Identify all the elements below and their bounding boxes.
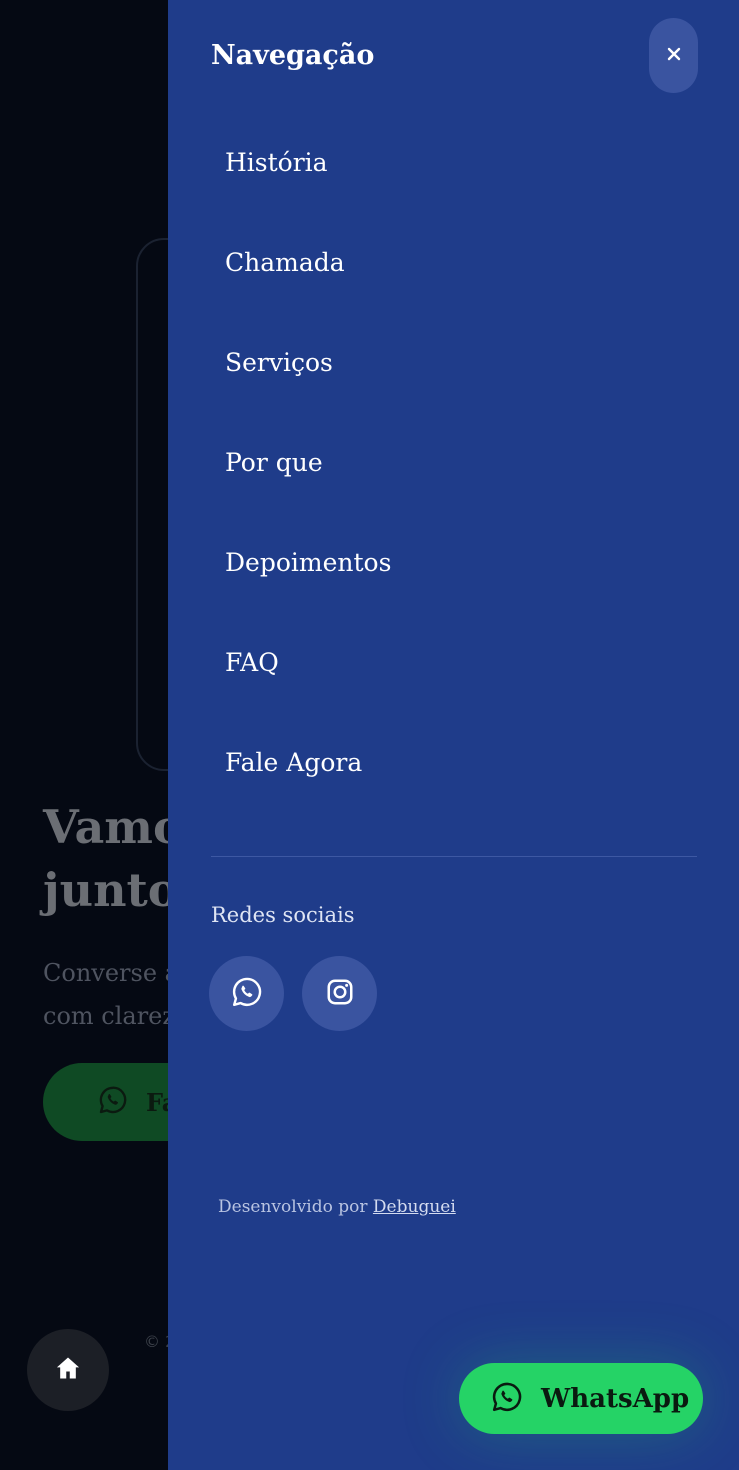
nav-item-fale-agora[interactable]: Fale Agora: [225, 712, 695, 812]
credit-prefix: Desenvolvido por: [218, 1197, 368, 1217]
floating-whatsapp-button[interactable]: WhatsApp: [459, 1363, 703, 1434]
developer-credit: Desenvolvido por Debuguei: [218, 1197, 456, 1217]
nav-item-faq[interactable]: FAQ: [225, 612, 695, 712]
close-icon: [666, 46, 682, 66]
social-instagram-button[interactable]: [302, 956, 377, 1031]
nav-item-historia[interactable]: História: [225, 112, 695, 212]
whatsapp-icon: [491, 1381, 523, 1417]
nav-item-por-que[interactable]: Por que: [225, 412, 695, 512]
home-button[interactable]: [27, 1329, 109, 1411]
nav-list: História Chamada Serviços Por que Depoim…: [225, 112, 695, 812]
whatsapp-icon: [231, 976, 263, 1012]
credit-link[interactable]: Debuguei: [373, 1197, 456, 1217]
nav-item-chamada[interactable]: Chamada: [225, 212, 695, 312]
nav-item-depoimentos[interactable]: Depoimentos: [225, 512, 695, 612]
nav-item-servicos[interactable]: Serviços: [225, 312, 695, 412]
social-whatsapp-button[interactable]: [209, 956, 284, 1031]
instagram-icon: [325, 977, 355, 1011]
drawer-title: Navegação: [211, 40, 375, 71]
whatsapp-icon: [98, 1085, 128, 1119]
divider: [211, 856, 697, 857]
social-title: Redes sociais: [211, 903, 355, 927]
close-button[interactable]: [649, 18, 698, 93]
navigation-drawer: Navegação História Chamada Serviços Por …: [168, 0, 739, 1470]
floating-whatsapp-label: WhatsApp: [541, 1383, 690, 1414]
home-icon: [54, 1354, 82, 1386]
